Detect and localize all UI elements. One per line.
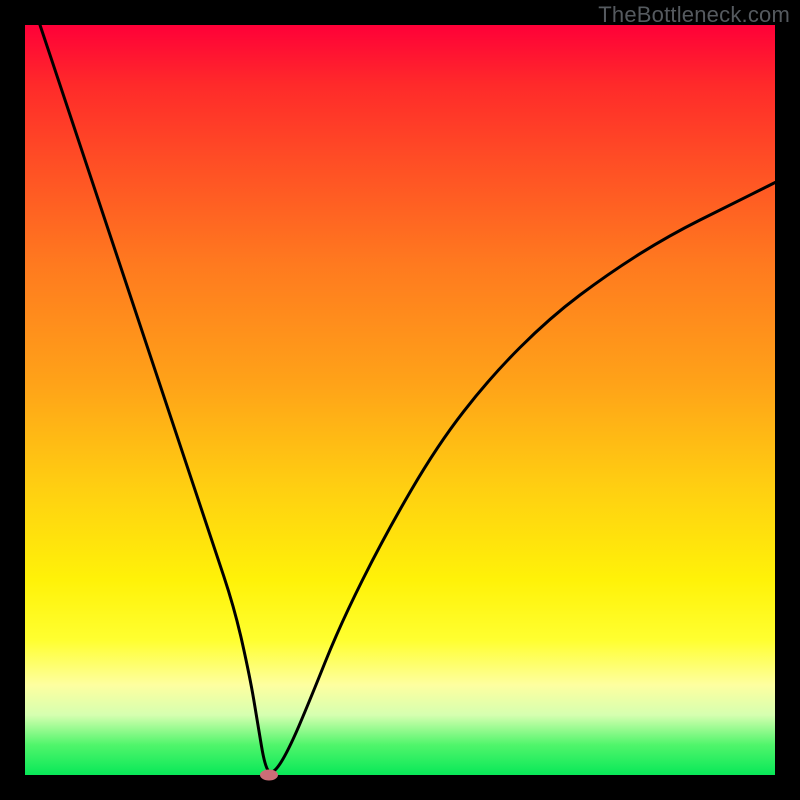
optimum-marker [260, 770, 278, 781]
chart-frame: TheBottleneck.com [0, 0, 800, 800]
bottleneck-curve [40, 25, 775, 772]
plot-area [25, 25, 775, 775]
curve-svg [25, 25, 775, 775]
